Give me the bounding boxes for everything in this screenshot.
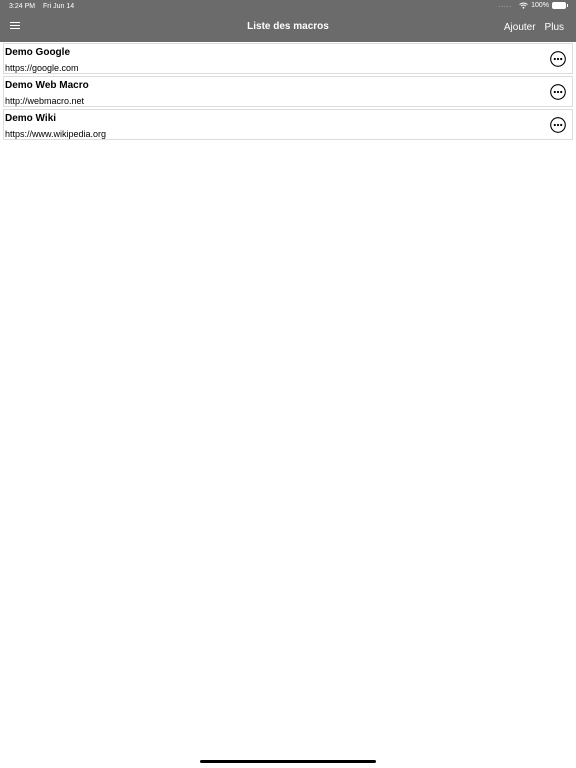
more-options-icon[interactable] (550, 117, 566, 133)
battery-icon (552, 2, 568, 9)
status-right-group: ..... 100% (498, 2, 568, 9)
more-button[interactable]: Plus (545, 22, 564, 33)
page-title: Liste des macros (247, 21, 329, 32)
battery-percent: 100% (531, 2, 549, 9)
list-item[interactable]: Demo Web Macro http://webmacro.net (3, 76, 573, 107)
macro-name: Demo Web Macro (5, 80, 89, 91)
home-indicator[interactable] (200, 760, 376, 763)
nav-actions: Ajouter Plus (504, 22, 564, 33)
list-item[interactable]: Demo Google https://google.com (3, 43, 573, 74)
wifi-icon (519, 2, 528, 9)
macro-name: Demo Google (5, 47, 71, 58)
status-date: Fri Jun 14 (43, 3, 75, 10)
macro-list: Demo Google https://google.com Demo Web … (3, 43, 573, 142)
more-options-icon[interactable] (550, 84, 566, 100)
nav-bar: Liste des macros Ajouter Plus (0, 14, 576, 42)
more-options-icon[interactable] (550, 51, 566, 67)
macro-name: Demo Wiki (5, 113, 57, 124)
macro-url: https://www.wikipedia.org (5, 129, 107, 139)
add-button[interactable]: Ajouter (504, 22, 536, 33)
signal-dots: ..... (498, 2, 513, 9)
macro-url: http://webmacro.net (5, 96, 85, 106)
macro-url: https://google.com (5, 63, 79, 73)
status-time: 3:24 PM (9, 3, 36, 10)
battery-fill (553, 3, 565, 8)
status-bar: 3:24 PM Fri Jun 14 ..... 100% (0, 0, 576, 14)
list-item[interactable]: Demo Wiki https://www.wikipedia.org (3, 109, 573, 140)
